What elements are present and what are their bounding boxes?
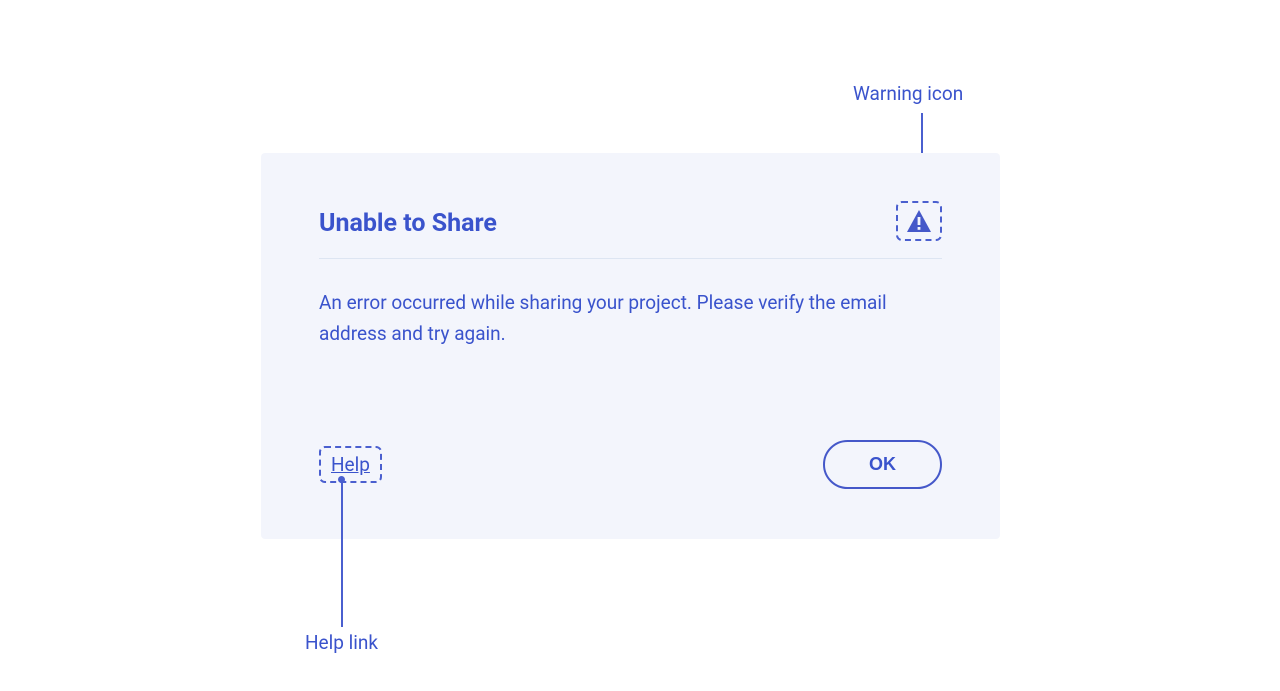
error-dialog: Unable to Share An error occurred while … <box>261 153 1000 539</box>
annotation-help-label: Help link <box>305 631 378 654</box>
warning-icon-highlight <box>896 201 942 241</box>
dialog-body-text: An error occurred while sharing your pro… <box>319 287 942 350</box>
dialog-header: Unable to Share <box>319 209 942 259</box>
help-link-highlight: Help <box>319 446 382 483</box>
help-link[interactable]: Help <box>331 453 370 476</box>
annotation-warning-label: Warning icon <box>853 82 963 105</box>
annotation-line <box>341 479 343 627</box>
ok-button[interactable]: OK <box>823 440 942 489</box>
dialog-footer: Help OK <box>319 440 942 489</box>
dialog-title: Unable to Share <box>319 209 497 238</box>
warning-icon <box>906 209 932 233</box>
